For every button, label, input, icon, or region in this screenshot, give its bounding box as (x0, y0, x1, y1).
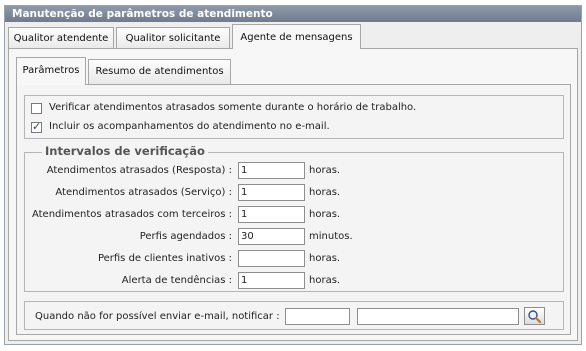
tab-qualitor-solicitante[interactable]: Qualitor solicitante (116, 27, 230, 49)
options-group: Verificar atendimentos atrasados somente… (24, 95, 564, 139)
label-alerta-tendencias: Alerta de tendências : (121, 275, 232, 286)
tab-agente-de-mensagens[interactable]: Agente de mensagens (232, 24, 361, 49)
label-atrasados-resposta: Atendimentos atrasados (Resposta) : (46, 165, 232, 176)
unit-atrasados-resposta: horas. (309, 165, 341, 176)
label-atrasados-terceiros: Atendimentos atrasados com terceiros : (31, 209, 232, 220)
parameters-window: Manutenção de parâmetros de atendimento … (4, 5, 582, 345)
input-atrasados-resposta[interactable]: 1 (238, 162, 305, 179)
checkbox-verificar-horario[interactable] (31, 103, 42, 114)
tab-parametros[interactable]: Parâmetros (16, 57, 86, 85)
option-label-verificar-horario: Verificar atendimentos atrasados somente… (49, 102, 417, 113)
unit-alerta-tendencias: horas. (309, 275, 341, 286)
intervals-group: Intervalos de verificação Atendimentos a… (24, 144, 564, 292)
label-atrasados-servico: Atendimentos atrasados (Serviço) : (55, 187, 232, 198)
label-perfis-agendados: Perfis agendados : (139, 231, 232, 242)
agente-panel: Parâmetros Resumo de atendimentos Verifi… (8, 48, 578, 341)
unit-clientes-inativos: horas. (309, 253, 341, 264)
notify-label: Quando não for possível enviar e-mail, n… (35, 311, 280, 322)
input-clientes-inativos[interactable] (238, 250, 305, 267)
input-alerta-tendencias[interactable]: 1 (238, 272, 305, 289)
input-perfis-agendados[interactable]: 30 (238, 228, 305, 245)
notify-group: Quando não for possível enviar e-mail, n… (24, 301, 564, 330)
search-button[interactable] (524, 307, 545, 325)
input-atrasados-terceiros[interactable]: 1 (238, 206, 305, 223)
parametros-panel: Verificar atendimentos atrasados somente… (16, 84, 571, 335)
unit-atrasados-terceiros: horas. (309, 209, 341, 220)
window-title: Manutenção de parâmetros de atendimento (5, 6, 581, 22)
label-clientes-inativos: Perfis de clientes inativos : (97, 253, 232, 264)
tab-resumo-de-atendimentos[interactable]: Resumo de atendimentos (88, 59, 231, 84)
unit-perfis-agendados: minutos. (309, 231, 353, 242)
notify-name-input[interactable] (357, 308, 519, 325)
tab-qualitor-atendente[interactable]: Qualitor atendente (8, 27, 114, 49)
magnifier-icon (528, 310, 542, 324)
unit-atrasados-servico: horas. (309, 187, 341, 198)
checkbox-incluir-acompanhamentos[interactable] (31, 120, 42, 133)
option-label-incluir-acompanhamentos: Incluir os acompanhamentos do atendiment… (49, 121, 330, 132)
input-atrasados-servico[interactable]: 1 (238, 184, 305, 201)
intervals-legend: Intervalos de verificação (42, 144, 208, 158)
notify-code-input[interactable] (285, 308, 350, 325)
